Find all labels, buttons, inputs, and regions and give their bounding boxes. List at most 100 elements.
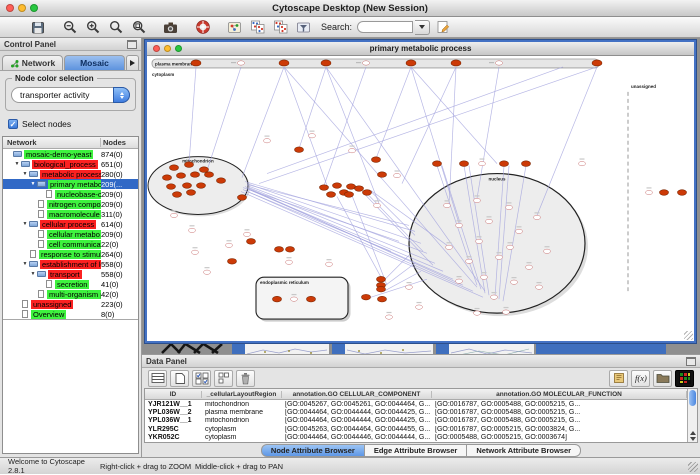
background-window-fragment[interactable] xyxy=(232,343,245,354)
table-row[interactable]: YKR052Ccytoplasm[GO:0044464, GO:0044446,… xyxy=(145,434,687,442)
table-row[interactable]: YJR121W__1mitochondrion[GO:0045267, GO:0… xyxy=(145,400,687,408)
expander-icon[interactable]: ▼ xyxy=(29,271,37,277)
help-button[interactable] xyxy=(192,19,213,35)
table-row[interactable]: YLR295Ccytoplasm[GO:0045263, GO:0044464,… xyxy=(145,425,687,433)
zoom-in-button[interactable] xyxy=(82,19,103,35)
attribute-table-header[interactable]: ID_cellularLayoutRegionannotation.GO CEL… xyxy=(145,389,687,400)
select-nodes-checkbox[interactable]: ✓ xyxy=(8,119,18,129)
background-window-fragment[interactable] xyxy=(345,343,433,354)
tree-row-secretion[interactable]: secretion41(0) xyxy=(3,279,138,289)
close-icon[interactable] xyxy=(153,45,160,52)
table-row[interactable]: YPL036W__1mitochondrion[GO:0044464, GO:0… xyxy=(145,417,687,425)
search-input[interactable] xyxy=(357,21,413,33)
minimize-icon[interactable] xyxy=(164,45,171,52)
merge-networks-button[interactable] xyxy=(247,19,268,35)
graph-node-empty xyxy=(291,297,298,301)
save-session-button[interactable] xyxy=(27,19,48,35)
snapshot-button[interactable] xyxy=(160,19,181,35)
import-attributes-button[interactable] xyxy=(653,370,672,387)
scrollbar-thumb[interactable] xyxy=(689,390,696,406)
graph-node xyxy=(345,192,354,198)
background-window-fragment[interactable] xyxy=(332,343,345,354)
maximize-icon[interactable] xyxy=(175,45,182,52)
column-header[interactable]: ID xyxy=(145,391,202,398)
minimize-icon[interactable] xyxy=(18,4,26,12)
tree-row-overview[interactable]: Overview8(0) xyxy=(3,309,138,319)
column-header[interactable]: annotation.GO MOLECULAR_FUNCTION xyxy=(432,391,687,398)
tree-row-metabolic-process[interactable]: ▼metabolic process280(0) xyxy=(3,169,138,179)
scroll-down-icon[interactable] xyxy=(690,437,696,441)
annotation-button[interactable] xyxy=(432,19,453,35)
color-attribute-select[interactable]: transporter activity xyxy=(11,87,130,103)
window-resize-grip[interactable] xyxy=(684,331,693,340)
column-header[interactable]: annotation.GO CELLULAR_COMPONENT xyxy=(282,391,432,398)
app-resize-grip[interactable] xyxy=(688,462,698,472)
tree-col-network[interactable]: Network xyxy=(3,138,101,147)
tree-row-response-to-stimulu[interactable]: response to stimulu264(0) xyxy=(3,249,138,259)
zoom-out-button[interactable] xyxy=(59,19,80,35)
tree-row-cellular-metabo[interactable]: cellular metabo209(0) xyxy=(3,229,138,239)
expander-icon[interactable]: ▼ xyxy=(21,221,29,227)
tree-row-unassigned[interactable]: unassigned223(0) xyxy=(3,299,138,309)
table-scrollbar[interactable] xyxy=(687,389,697,442)
search-dropdown-button[interactable] xyxy=(415,20,430,35)
vizmapper-button[interactable] xyxy=(224,19,245,35)
background-window-fragment[interactable] xyxy=(436,343,449,354)
background-window-fragment[interactable] xyxy=(449,343,534,354)
file-icon xyxy=(46,280,52,288)
attribute-history-button[interactable] xyxy=(609,370,628,387)
tree-row-nucleobase-co[interactable]: nucleobase-co209(0) xyxy=(3,189,138,199)
zoom-selected-button[interactable] xyxy=(128,19,149,35)
scroll-up-icon[interactable] xyxy=(690,431,696,435)
float-panel-icon[interactable] xyxy=(127,40,137,49)
search-label: Search: xyxy=(321,22,352,32)
tree-row-multi-organism-pro[interactable]: multi-organism pro42(0) xyxy=(3,289,138,299)
tree-row-mosaic-demo-yeast[interactable]: mosaic-demo-yeast874(0) xyxy=(3,149,138,159)
filters-button[interactable] xyxy=(293,19,314,35)
expander-icon[interactable]: ▼ xyxy=(21,261,29,267)
close-icon[interactable] xyxy=(6,4,14,12)
column-header[interactable]: _cellularLayoutRegion xyxy=(202,391,282,398)
birds-eye-view[interactable] xyxy=(3,319,138,453)
select-attributes-button[interactable] xyxy=(192,370,211,387)
tab-mosaic[interactable]: Mosaic xyxy=(64,55,125,70)
tree-row-macromolecule[interactable]: macromolecule311(0) xyxy=(3,209,138,219)
expander-icon[interactable]: ▼ xyxy=(13,161,21,167)
tree-row-nitrogen-compo[interactable]: nitrogen compo209(0) xyxy=(3,199,138,209)
heatmap-view-button[interactable] xyxy=(675,370,694,387)
network-icon xyxy=(10,59,19,68)
background-window-fragment[interactable] xyxy=(245,343,329,354)
zoom-fit-button[interactable] xyxy=(105,19,126,35)
background-window-fragment[interactable] xyxy=(536,343,666,354)
more-tabs-button[interactable] xyxy=(126,55,139,70)
formula-builder-button[interactable]: f(x) xyxy=(631,370,650,387)
tab-edge-attribute-browser[interactable]: Edge Attribute Browser xyxy=(364,444,467,457)
maximize-icon[interactable] xyxy=(30,4,38,12)
tree-row-cellular-process[interactable]: ▼cellular process614(0) xyxy=(3,219,138,229)
tree-col-nodes[interactable]: Nodes xyxy=(101,138,138,147)
delete-attribute-button[interactable] xyxy=(236,370,255,387)
data-panel-header: Data Panel xyxy=(142,355,700,368)
table-row[interactable]: YPL036W__2plasma membrane[GO:0044464, GO… xyxy=(145,408,687,416)
background-window-fragment[interactable] xyxy=(160,342,226,354)
new-attribute-button[interactable] xyxy=(170,370,189,387)
network-canvas[interactable]: plasma membranecytoplasmendoplasmic reti… xyxy=(147,56,694,341)
unselect-attributes-button[interactable] xyxy=(214,370,233,387)
open-session-button[interactable] xyxy=(4,19,25,35)
tree-row-establishment-of-lo[interactable]: ▼establishment of lo558(0) xyxy=(3,259,138,269)
tree-row-biological-process[interactable]: ▼biological_process651(0) xyxy=(3,159,138,169)
network-graph[interactable]: plasma membranecytoplasmendoplasmic reti… xyxy=(147,56,694,341)
tree-row-transport[interactable]: ▼transport558(0) xyxy=(3,269,138,279)
table-row[interactable]: YDR039C__1mitochondrion[GO:0044464, GO:0… xyxy=(145,442,687,443)
tree-row-primary-metabolic-process[interactable]: ▼primary metabolic process209(... xyxy=(3,179,138,189)
expander-icon[interactable]: ▼ xyxy=(29,181,37,187)
tab-network-attribute-browser[interactable]: Network Attribute Browser xyxy=(466,444,581,457)
modify-attributes-button[interactable] xyxy=(148,370,167,387)
float-panel-icon[interactable] xyxy=(686,357,696,366)
expander-icon[interactable]: ▼ xyxy=(21,171,29,177)
tab-node-attribute-browser[interactable]: Node Attribute Browser xyxy=(261,444,365,457)
merge-networks-alt-button[interactable] xyxy=(270,19,291,35)
tree-row-cell-communicat[interactable]: cell communicat22(0) xyxy=(3,239,138,249)
tab-network[interactable]: Network xyxy=(2,55,63,70)
graph-node-empty xyxy=(238,61,245,65)
